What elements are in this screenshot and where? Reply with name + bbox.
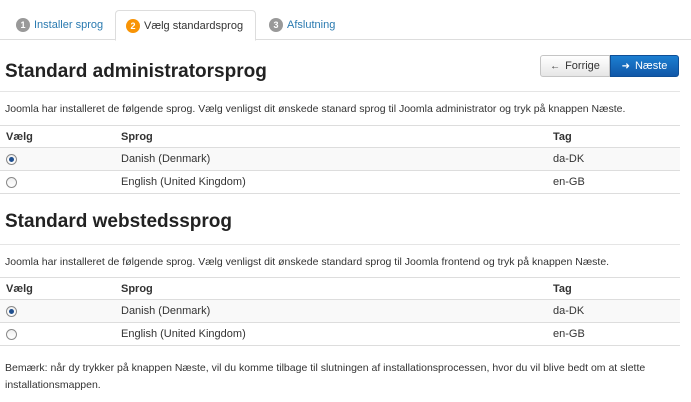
language-cell: Danish (Denmark) [115, 299, 547, 323]
select-cell [0, 170, 115, 194]
next-button-label: Næste [634, 60, 668, 72]
admin-radio-en-gb[interactable] [6, 177, 17, 188]
column-header-language: Sprog [115, 277, 547, 300]
divider [0, 244, 680, 245]
tab-label: Vælg standardsprog [144, 19, 244, 32]
tab-label: Installer sprog [34, 19, 104, 31]
tab-choose-default-language[interactable]: 2 Vælg standardsprog [115, 10, 256, 41]
column-header-tag: Tag [547, 277, 680, 300]
tab-label: Afslutning [287, 19, 336, 31]
previous-button-label: Forrige [565, 60, 600, 72]
site-radio-en-gb[interactable] [6, 329, 17, 340]
arrow-right-icon: ➜ [621, 60, 630, 72]
site-intro-text: Joomla har installeret de følgende sprog… [5, 256, 610, 268]
tab-finish[interactable]: 3 Afslutning [259, 10, 359, 40]
tag-cell: da-DK [547, 147, 680, 171]
admin-language-heading: Standard administratorsprog [5, 61, 267, 82]
table-row: Danish (Denmark) da-DK [0, 299, 680, 323]
select-cell [0, 322, 115, 346]
tag-cell: da-DK [547, 299, 680, 323]
site-language-heading: Standard webstedssprog [5, 211, 232, 232]
site-radio-da-dk[interactable] [6, 306, 17, 317]
table-row: English (United Kingdom) en-GB [0, 170, 680, 194]
table-header-row: Vælg Sprog Tag [0, 277, 680, 300]
table-row: English (United Kingdom) en-GB [0, 322, 680, 346]
select-cell [0, 147, 115, 171]
remark-note: Bemærk: når dy trykker på knappen Næste,… [5, 362, 646, 391]
admin-intro-text: Joomla har installeret de følgende sprog… [5, 103, 626, 115]
step-tabs: 1 Installer sprog 2 Vælg standardsprog 3… [0, 0, 691, 41]
arrow-left-icon: ← [550, 60, 561, 72]
admin-language-table: Vælg Sprog Tag Danish (Denmark) da-DK En… [0, 125, 680, 194]
column-header-language: Sprog [115, 125, 547, 148]
language-cell: English (United Kingdom) [115, 170, 547, 194]
step-number-badge: 1 [16, 18, 30, 32]
language-cell: English (United Kingdom) [115, 322, 547, 346]
column-header-select: Vælg [0, 277, 115, 300]
step-number-badge: 2 [126, 18, 140, 33]
step-number-badge: 3 [269, 18, 283, 32]
language-cell: Danish (Denmark) [115, 147, 547, 171]
table-header-row: Vælg Sprog Tag [0, 125, 680, 148]
column-header-tag: Tag [547, 125, 680, 148]
select-cell [0, 299, 115, 323]
site-language-table: Vælg Sprog Tag Danish (Denmark) da-DK En… [0, 277, 680, 346]
tab-install-languages[interactable]: 1 Installer sprog [6, 10, 114, 40]
divider [0, 91, 680, 92]
column-header-select: Vælg [0, 125, 115, 148]
tag-cell: en-GB [547, 322, 680, 346]
admin-radio-da-dk[interactable] [6, 154, 17, 165]
previous-button[interactable]: ← Forrige [540, 55, 610, 77]
next-button[interactable]: ➜ Næste [610, 55, 679, 77]
table-row: Danish (Denmark) da-DK [0, 147, 680, 171]
tag-cell: en-GB [547, 170, 680, 194]
